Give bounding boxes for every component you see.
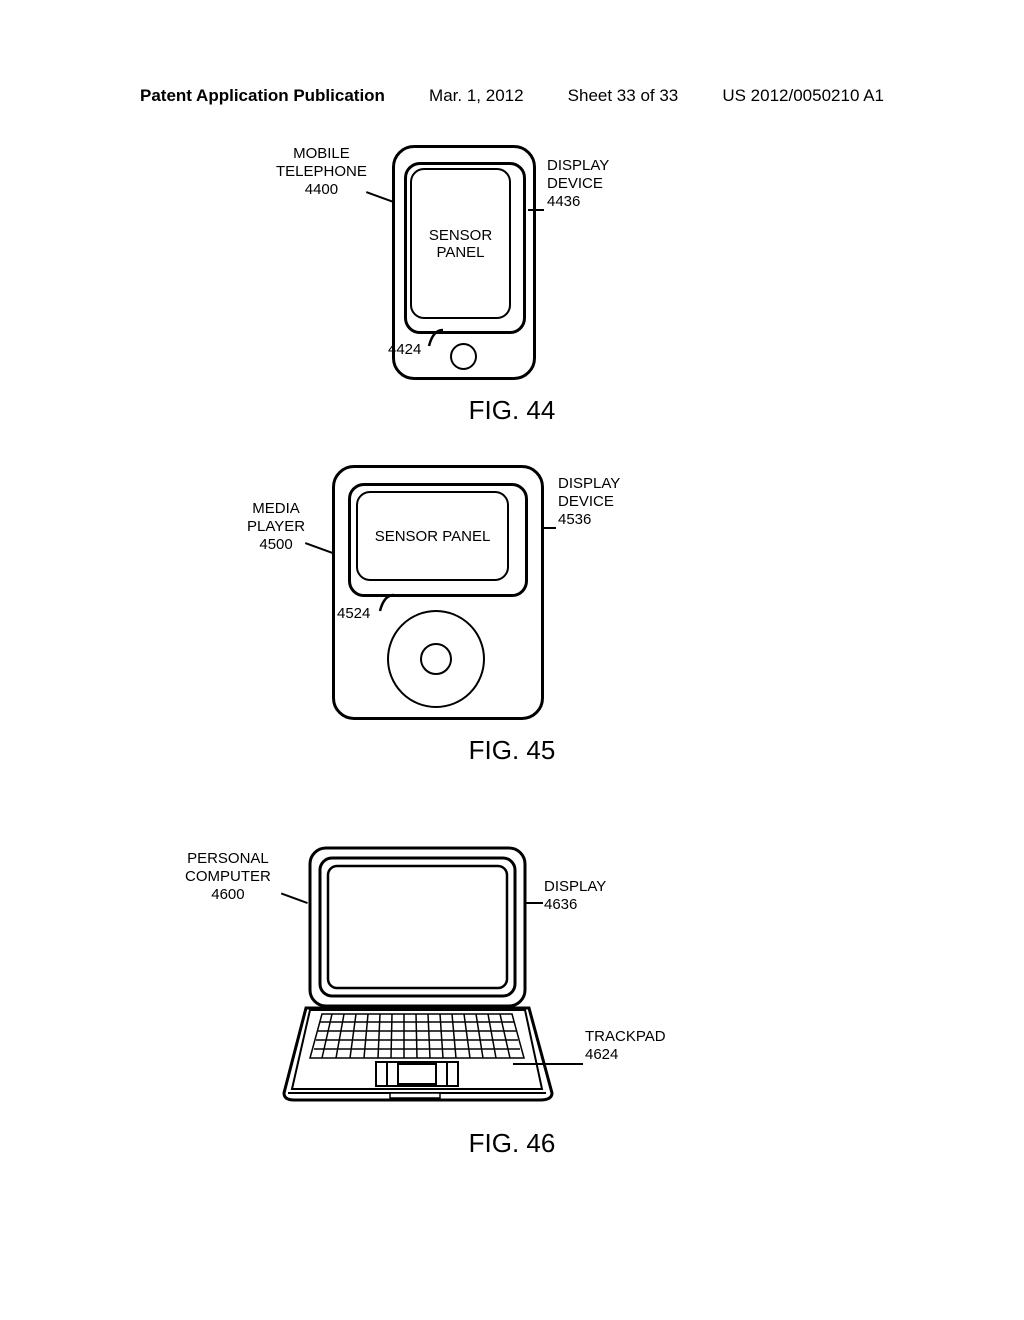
leadline-4524 xyxy=(378,593,398,613)
header-publication: Patent Application Publication xyxy=(140,86,385,106)
header-sheet: Sheet 33 of 33 xyxy=(568,86,679,106)
home-button-icon xyxy=(450,343,477,370)
page-header: Patent Application Publication Mar. 1, 2… xyxy=(140,86,884,106)
leadline-4424 xyxy=(427,328,447,348)
figure-45-caption: FIG. 45 xyxy=(0,735,1024,766)
sensor-panel: SENSOR PANEL xyxy=(410,168,511,319)
leadline-left xyxy=(302,542,334,562)
label-mobile-telephone: MOBILE TELEPHONE 4400 xyxy=(276,145,367,199)
clickwheel-center-icon xyxy=(420,643,452,675)
leadline-trackpad xyxy=(513,1063,583,1065)
header-date: Mar. 1, 2012 xyxy=(429,86,524,106)
label-display-device: DISPLAY DEVICE 4436 xyxy=(547,157,609,211)
leadline-right xyxy=(528,209,544,211)
label-display-device: DISPLAY DEVICE 4536 xyxy=(558,475,620,529)
label-personal-computer: PERSONAL COMPUTER 4600 xyxy=(185,850,271,904)
header-pubnum: US 2012/0050210 A1 xyxy=(722,86,884,106)
ref-sensor-4524: 4524 xyxy=(337,605,370,622)
leadline-left xyxy=(363,191,395,211)
leadline-right xyxy=(542,527,556,529)
label-display: DISPLAY 4636 xyxy=(544,878,606,914)
label-trackpad: TRACKPAD 4624 xyxy=(585,1028,666,1064)
sensor-panel: SENSOR PANEL xyxy=(356,491,509,581)
figure-44-caption: FIG. 44 xyxy=(0,395,1024,426)
label-media-player: MEDIA PLAYER 4500 xyxy=(247,500,305,554)
ref-sensor-4424: 4424 xyxy=(388,341,421,358)
figure-46-caption: FIG. 46 xyxy=(0,1128,1024,1159)
leadline-display xyxy=(525,902,543,904)
